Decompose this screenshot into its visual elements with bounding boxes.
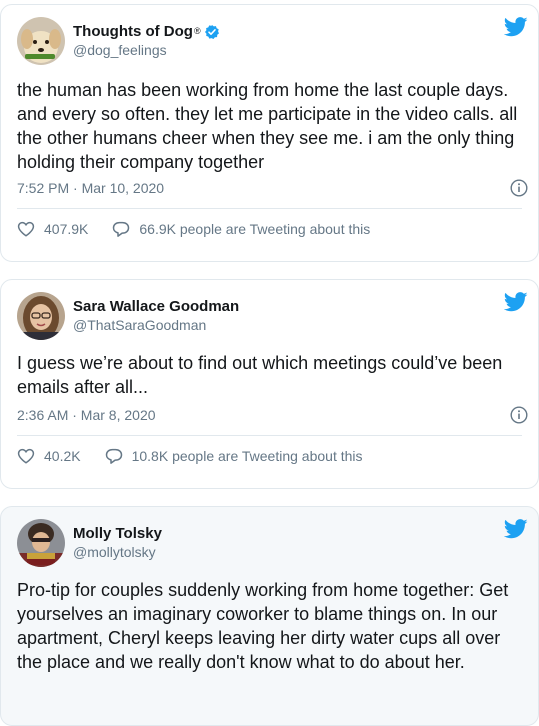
like-count: 40.2K [44, 448, 81, 464]
verified-badge-icon [204, 24, 219, 39]
tweet-card-thatsaragoodman[interactable]: Sara Wallace Goodman @ThatSaraGoodman I … [0, 279, 539, 489]
like-action[interactable]: 40.2K [17, 447, 81, 465]
like-action[interactable]: 407.9K [17, 220, 88, 238]
tweet-header: Thoughts of Dog ® @dog_feelings [17, 17, 220, 65]
author-handle[interactable]: @mollytolsky [73, 543, 162, 562]
conversation-link[interactable]: 10.8K people are Tweeting about this [105, 447, 363, 465]
twitter-bird-icon[interactable] [504, 292, 528, 312]
registered-mark: ® [193, 26, 201, 36]
conversation-count: 10.8K people are Tweeting about this [131, 448, 363, 464]
divider [17, 435, 522, 436]
twitter-bird-icon[interactable] [504, 17, 528, 37]
tweet-timestamp[interactable]: 7:52 PM · Mar 10, 2020 [17, 180, 164, 196]
divider [17, 208, 522, 209]
tweet-text: I guess we’re about to find out which me… [17, 353, 503, 397]
heart-icon [17, 448, 35, 464]
info-icon[interactable] [510, 406, 528, 424]
tweet-timestamp[interactable]: 2:36 AM · Mar 8, 2020 [17, 407, 156, 423]
speech-bubble-icon [113, 221, 130, 237]
speech-bubble-icon [105, 448, 122, 464]
tweet-header: Sara Wallace Goodman @ThatSaraGoodman [17, 292, 239, 340]
author-handle[interactable]: @dog_feelings [73, 41, 220, 60]
author-name[interactable]: Sara Wallace Goodman [73, 297, 239, 316]
author-name[interactable]: Thoughts of Dog [73, 22, 193, 41]
tweet-text: the human has been working from home the… [17, 80, 518, 172]
conversation-link[interactable]: 66.9K people are Tweeting about this [112, 220, 370, 238]
tweet-text: Pro-tip for couples suddenly working fro… [17, 580, 509, 672]
tweet-card-dog-feelings[interactable]: Thoughts of Dog ® @dog_feelings the huma… [0, 4, 539, 262]
heart-icon [17, 221, 35, 237]
author-name[interactable]: Molly Tolsky [73, 524, 162, 543]
tweet-stats: 407.9K 66.9K people are Tweeting about t… [17, 220, 394, 238]
avatar[interactable] [17, 519, 65, 567]
avatar[interactable] [17, 292, 65, 340]
info-icon[interactable] [510, 179, 528, 197]
tweet-header: Molly Tolsky @mollytolsky [17, 519, 162, 567]
author-handle[interactable]: @ThatSaraGoodman [73, 316, 239, 335]
tweet-card-mollytolsky[interactable]: Molly Tolsky @mollytolsky Pro-tip for co… [0, 506, 539, 726]
tweet-stats: 40.2K 10.8K people are Tweeting about th… [17, 447, 387, 465]
like-count: 407.9K [44, 221, 89, 237]
conversation-count: 66.9K people are Tweeting about this [139, 221, 371, 237]
twitter-bird-icon[interactable] [504, 519, 528, 539]
avatar[interactable] [17, 17, 65, 65]
